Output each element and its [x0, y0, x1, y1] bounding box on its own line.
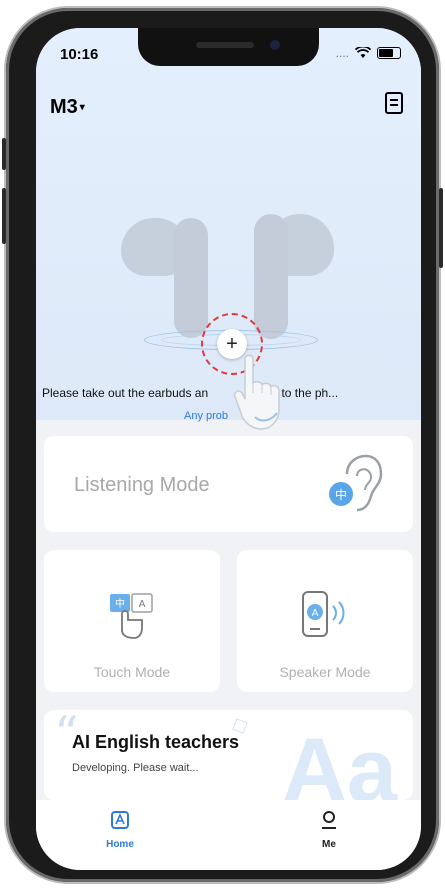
volume-button [2, 188, 6, 244]
front-camera [270, 40, 280, 50]
promo-decor-text: Aa [281, 721, 397, 800]
notch [138, 28, 319, 66]
listening-mode-card[interactable]: Listening Mode 中 [44, 436, 413, 532]
tab-home[interactable]: Home [90, 810, 150, 850]
speaker-mode-card[interactable]: A Speaker Mode [237, 550, 413, 692]
help-link[interactable]: Any prob [184, 410, 228, 422]
tab-home-label: Home [106, 839, 134, 850]
earpiece [196, 42, 254, 48]
device-selector[interactable]: M3 ▾ [50, 96, 85, 119]
status-icons: .... [336, 46, 401, 60]
touch-translate-icon: 中 A [110, 593, 153, 639]
app-screen: 10:16 .... M3 ▾ + Please take out the ea… [36, 28, 421, 870]
person-icon [322, 811, 336, 829]
speaker-mode-label: Speaker Mode [279, 664, 371, 680]
document-icon[interactable] [385, 92, 403, 114]
power-button [439, 188, 443, 268]
ai-teachers-card[interactable]: “ Aa AI English teachers Developing. Ple… [44, 710, 413, 800]
status-time: 10:16 [60, 46, 99, 63]
speaker-phone-icon: A [302, 591, 345, 637]
chevron-down-icon: ▾ [79, 102, 85, 113]
phone-frame: 10:16 .... M3 ▾ + Please take out the ea… [2, 8, 443, 882]
tab-bar: Home Me [36, 800, 421, 870]
volume-button [2, 138, 6, 170]
tab-me-label: Me [322, 839, 336, 850]
promo-subtitle: Developing. Please wait... [72, 762, 199, 774]
listening-mode-label: Listening Mode [74, 474, 210, 496]
wifi-icon [355, 47, 371, 58]
home-icon [111, 811, 129, 829]
svg-text:A: A [312, 608, 319, 619]
pairing-section: 10:16 .... M3 ▾ + Please take out the ea… [36, 28, 421, 430]
svg-text:中: 中 [335, 487, 347, 502]
battery-icon [377, 47, 401, 59]
svg-text:A: A [139, 599, 146, 610]
pointing-hand-icon [233, 354, 280, 430]
signal-dots: .... [335, 46, 349, 60]
touch-mode-label: Touch Mode [93, 664, 171, 680]
promo-title: AI English teachers [72, 732, 240, 752]
touch-mode-card[interactable]: 中 A Touch Mode [44, 550, 220, 692]
ear-translate-icon: 中 [329, 454, 383, 512]
svg-text:中: 中 [115, 597, 125, 610]
device-name: M3 [50, 96, 78, 118]
tab-me[interactable]: Me [299, 810, 359, 850]
pairing-instruction: Please take out the earbuds an closer to … [42, 386, 339, 400]
